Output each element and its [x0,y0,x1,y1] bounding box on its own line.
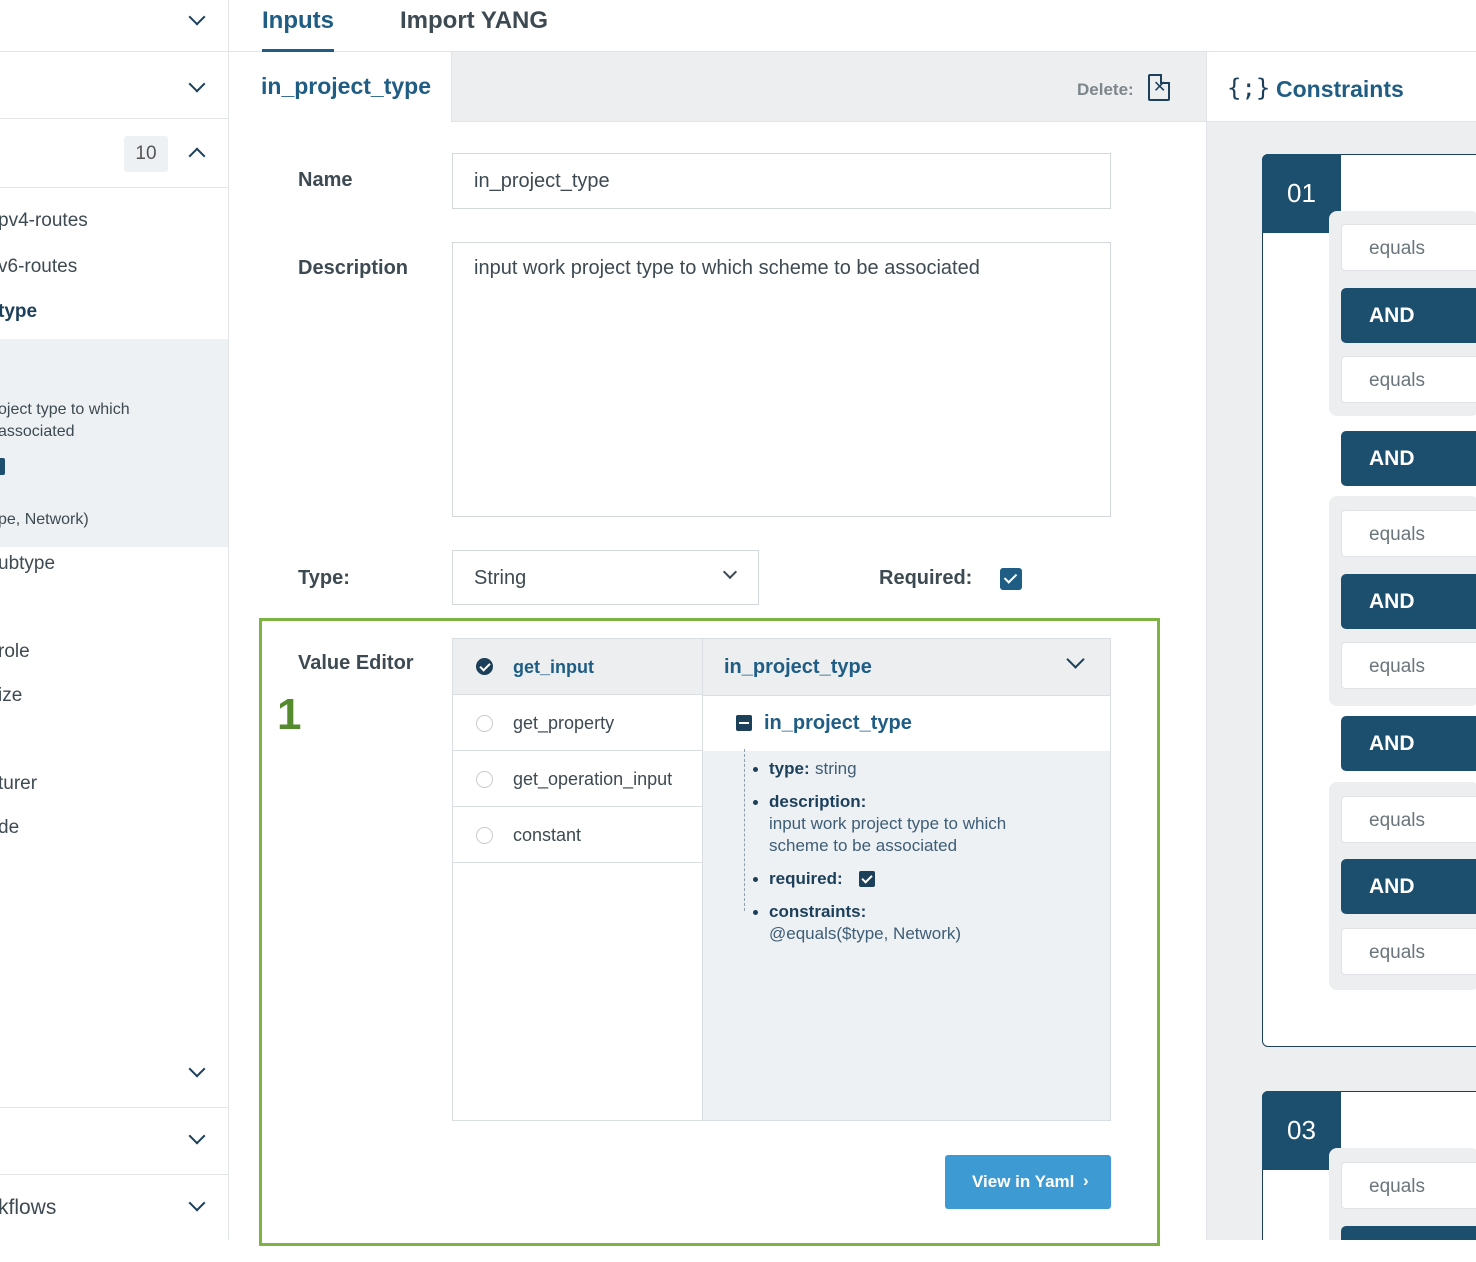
sidebar-item-project-type[interactable]: type [0,301,37,323]
sidebar-detail-constraints: pe, Network) [0,511,89,528]
and-operator-button[interactable]: AND [1341,574,1476,629]
sidebar-detail-description-line1: oject type to which [0,401,130,418]
condition-equals[interactable]: equals [1341,224,1476,271]
sidebar-section-workflows[interactable]: kflows [0,1174,228,1240]
chevron-down-icon[interactable] [188,1060,206,1078]
tab-inputs[interactable]: Inputs [262,7,334,35]
delete-label: Delete: [1077,80,1134,99]
chevron-down-icon[interactable] [188,8,206,26]
and-operator-button[interactable] [1341,1226,1476,1240]
sidebar-item-size[interactable]: ize [0,685,22,707]
sidebar-section-workflows-label: kflows [0,1196,57,1219]
required-label: Required: [879,567,973,589]
condition-equals[interactable]: equals [1341,356,1476,403]
value-editor-highlight [259,618,1160,1246]
constraints-panel: {;} Constraints 01 equals AND equals AND… [1206,52,1476,1240]
condition-equals[interactable]: equals [1341,642,1476,689]
tab-import-yang[interactable]: Import YANG [400,7,548,35]
condition-equals[interactable]: equals [1341,1162,1476,1209]
required-check-icon [0,458,5,475]
sidebar-section-collapsed-2[interactable] [0,52,228,119]
type-label: Type: [298,567,350,589]
sidebar-section-collapsed-3[interactable] [0,1107,228,1174]
condition-equals[interactable]: equals [1341,796,1476,843]
chevron-down-icon[interactable] [188,75,206,93]
input-title: in_project_type [261,73,431,99]
delete-file-icon[interactable]: ✕ [1148,74,1170,101]
sidebar-section-collapsed-1[interactable] [0,0,228,52]
chevron-down-icon [722,564,738,580]
description-label: Description [298,257,409,279]
sidebar-item-ipv6-routes[interactable]: v6-routes [0,256,77,278]
name-label: Name [298,169,353,191]
condition-equals[interactable]: equals [1341,928,1476,975]
sidebar-detail-description-line2: associated [0,423,75,440]
name-input[interactable] [452,153,1111,209]
and-operator-button[interactable]: AND [1341,859,1476,914]
sidebar-item-node[interactable]: de [0,817,19,839]
chevron-down-icon[interactable] [188,1127,206,1145]
sidebar-item-ipv4-routes[interactable]: pv4-routes [0,210,88,232]
delete-file-icon-glyph: ✕ [1153,79,1167,96]
constraints-header: {;} Constraints [1207,52,1476,122]
sidebar: 10 pv4-routes v6-routes type oject type … [0,0,229,1240]
condition-equals[interactable]: equals [1341,510,1476,557]
sidebar-section-inputs[interactable] [0,120,228,188]
type-select-value: String [474,567,527,589]
and-operator-button[interactable]: AND [1341,431,1476,486]
and-operator-button[interactable]: AND [1341,288,1476,343]
constraints-title: Constraints [1276,76,1404,102]
sidebar-item-subtype[interactable]: ubtype [0,553,55,575]
required-checkbox[interactable] [1000,568,1022,590]
inputs-count-badge: 10 [124,136,168,172]
top-tabs: Inputs Import YANG [229,0,1476,52]
description-textarea[interactable]: input work project type to which scheme … [452,242,1111,517]
input-header: in_project_type Delete: ✕ [229,52,1206,122]
input-title-tab[interactable]: in_project_type [229,52,452,122]
and-operator-button[interactable]: AND [1341,716,1476,771]
sidebar-item-detail: oject type to which associated pe, Netwo… [0,339,228,547]
sidebar-item-manufacturer[interactable]: turer [0,773,37,795]
annotation-number: 1 [277,690,302,739]
type-select[interactable]: String [452,550,759,605]
braces-icon: {;} [1227,74,1271,102]
chevron-down-icon[interactable] [188,1194,206,1212]
chevron-up-icon[interactable] [188,147,206,165]
sidebar-item-role[interactable]: role [0,641,30,663]
